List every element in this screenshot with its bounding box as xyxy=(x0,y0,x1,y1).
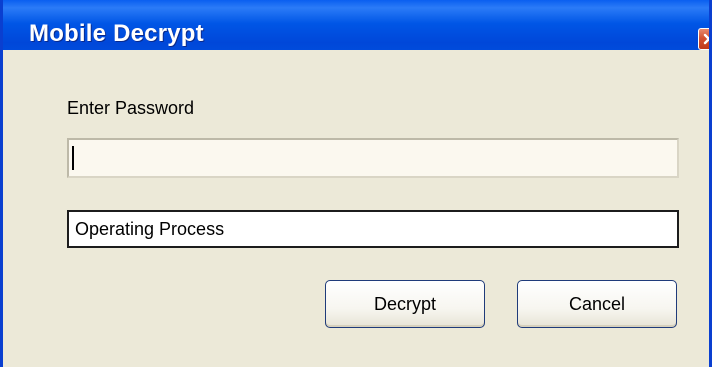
password-label: Enter Password xyxy=(67,98,195,118)
status-text: Operating Process xyxy=(75,218,225,239)
dialog-window: Mobile Decrypt Enter Password Operating … xyxy=(0,0,712,367)
dialog-body: Enter Password Operating Process Decrypt… xyxy=(3,50,709,367)
text-caret xyxy=(72,146,74,170)
status-field: Operating Process xyxy=(67,210,679,248)
close-icon xyxy=(703,33,709,45)
decrypt-button[interactable]: Decrypt xyxy=(325,280,485,328)
cancel-button[interactable]: Cancel xyxy=(517,280,677,328)
window-title: Mobile Decrypt xyxy=(29,20,204,47)
close-button[interactable] xyxy=(698,28,709,50)
password-input[interactable] xyxy=(67,138,679,178)
